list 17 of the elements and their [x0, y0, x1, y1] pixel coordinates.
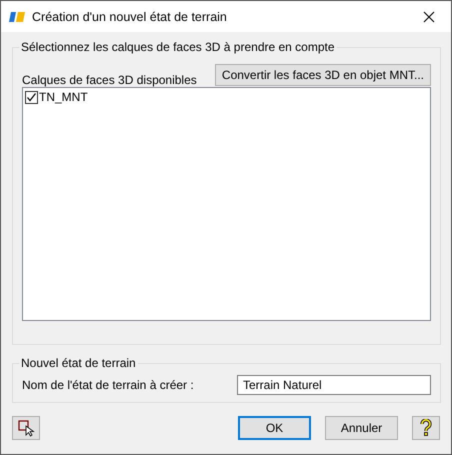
convert-button[interactable]: Convertir les faces 3D en objet MNT... — [214, 64, 431, 86]
layer-name[interactable]: TN_MNT — [39, 90, 88, 104]
close-icon — [423, 10, 435, 22]
cancel-button[interactable]: Annuler — [325, 416, 398, 440]
window-title: Création d'un nouvel état de terrain — [32, 10, 228, 24]
ok-button[interactable]: OK — [238, 416, 311, 440]
group-legend: Nouvel état de terrain — [19, 356, 138, 370]
cursor-icon — [17, 419, 35, 437]
group-legend: Sélectionnez les calques de faces 3D à prendre en compte — [19, 40, 337, 54]
checkbox[interactable] — [25, 90, 38, 104]
app-logo-icon — [9, 10, 25, 22]
field-label: Nom de l'état de terrain à créer : — [22, 378, 194, 392]
help-button[interactable] — [412, 416, 440, 440]
select-button[interactable] — [12, 416, 40, 440]
name-field[interactable]: Terrain Naturel — [237, 375, 431, 395]
list-label: Calques de faces 3D disponibles — [22, 73, 197, 87]
help-icon — [420, 419, 432, 437]
